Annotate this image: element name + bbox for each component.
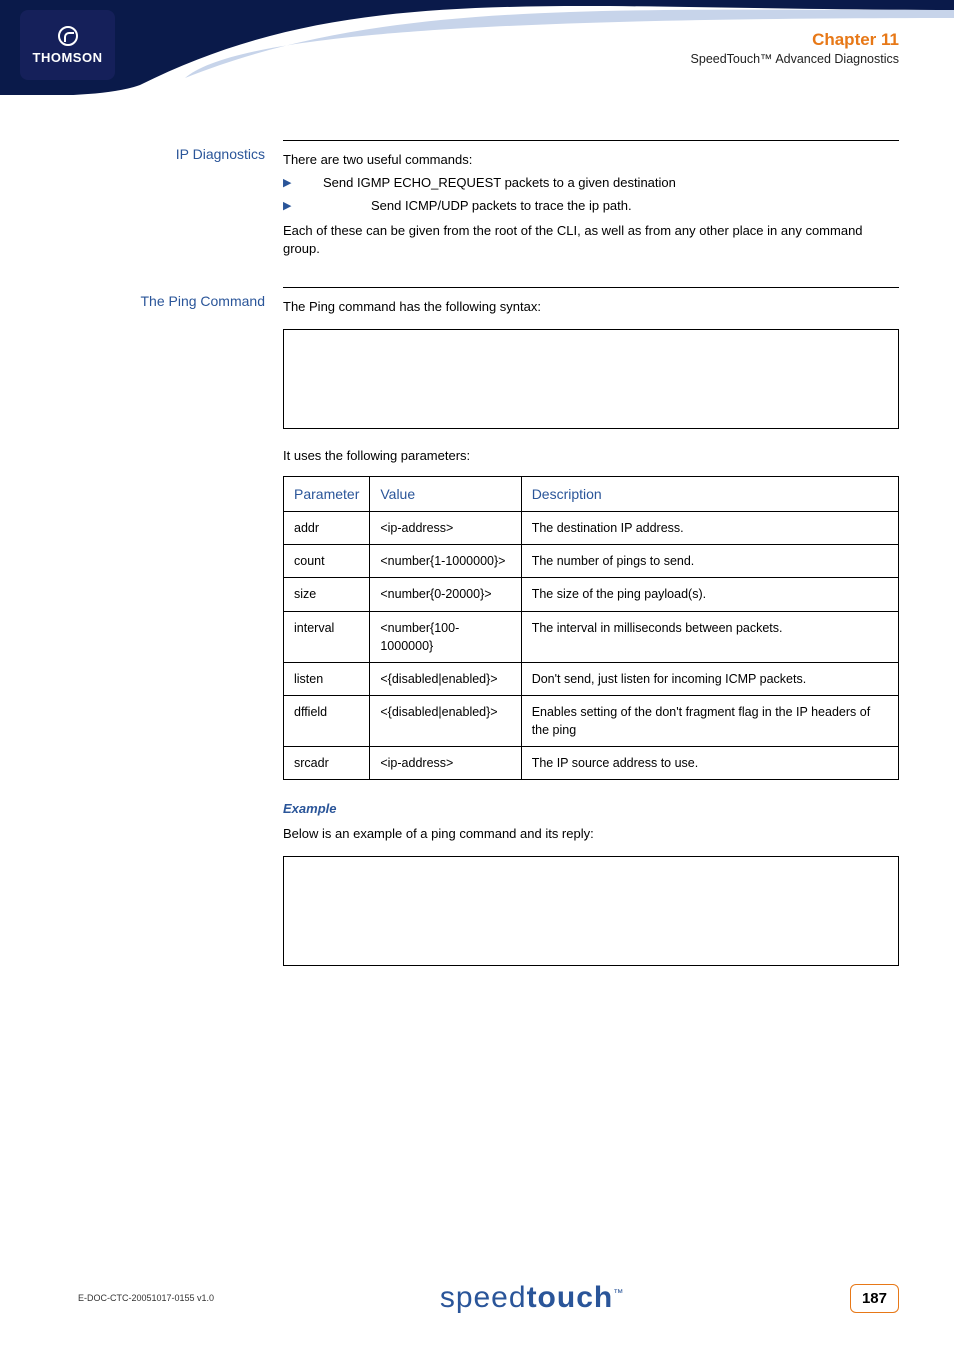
outro-text: Each of these can be given from the root… (283, 222, 899, 260)
thomson-logo: THOMSON (20, 10, 115, 80)
table-cell: The destination IP address. (521, 512, 898, 545)
speedtouch-brand: speedtouch™ (440, 1281, 624, 1315)
table-cell: dffield (284, 695, 370, 746)
brand-thin: speed (440, 1281, 527, 1314)
page-footer: E-DOC-CTC-20051017-0155 v1.0 speedtouch™… (78, 1281, 899, 1315)
document-id: E-DOC-CTC-20051017-0155 v1.0 (78, 1293, 214, 1303)
bullet-arrow-icon: ▶ (283, 197, 301, 215)
page-header: THOMSON Chapter 11 SpeedTouch™ Advanced … (0, 0, 954, 95)
section-body: There are two useful commands: ▶ Send IG… (283, 140, 899, 259)
table-cell: <number{0-20000}> (370, 578, 521, 611)
section-label: IP Diagnostics (78, 140, 283, 259)
table-row: size<number{0-20000}>The size of the pin… (284, 578, 899, 611)
table-cell: <{disabled|enabled}> (370, 695, 521, 746)
table-cell: The number of pings to send. (521, 545, 898, 578)
logo-text: THOMSON (33, 50, 103, 65)
intro-text: There are two useful commands: (283, 151, 899, 170)
example-heading: Example (283, 800, 899, 819)
section-ip-diagnostics: IP Diagnostics There are two useful comm… (78, 140, 899, 259)
bullet-text: Send ICMP/UDP packets to trace the ip pa… (301, 197, 899, 216)
params-intro: It uses the following parameters: (283, 447, 899, 466)
table-row: srcadr<ip-address>The IP source address … (284, 747, 899, 780)
chapter-number: Chapter 11 (691, 30, 899, 50)
page-number: 187 (850, 1284, 899, 1313)
table-cell: <number{100-1000000} (370, 611, 521, 662)
syntax-code-box (283, 329, 899, 429)
table-cell: <{disabled|enabled}> (370, 662, 521, 695)
table-cell: addr (284, 512, 370, 545)
table-cell: The interval in milliseconds between pac… (521, 611, 898, 662)
page-content: IP Diagnostics There are two useful comm… (78, 140, 899, 1012)
section-ping-command: The Ping Command The Ping command has th… (78, 287, 899, 984)
table-cell: listen (284, 662, 370, 695)
table-cell: interval (284, 611, 370, 662)
trademark-icon: ™ (613, 1288, 624, 1299)
table-cell: count (284, 545, 370, 578)
table-row: listen<{disabled|enabled}>Don't send, ju… (284, 662, 899, 695)
table-cell: size (284, 578, 370, 611)
example-intro: Below is an example of a ping command an… (283, 825, 899, 844)
bullet-item: ▶ Send ICMP/UDP packets to trace the ip … (283, 197, 899, 216)
table-cell: <number{1-1000000}> (370, 545, 521, 578)
table-cell: <ip-address> (370, 747, 521, 780)
section-body: The Ping command has the following synta… (283, 287, 899, 984)
parameters-table: Parameter Value Description addr<ip-addr… (283, 476, 899, 780)
table-header-row: Parameter Value Description (284, 476, 899, 511)
chapter-heading: Chapter 11 SpeedTouch™ Advanced Diagnost… (691, 30, 899, 66)
table-cell: srcadr (284, 747, 370, 780)
bullet-text: Send IGMP ECHO_REQUEST packets to a give… (301, 174, 899, 193)
table-row: interval<number{100-1000000}The interval… (284, 611, 899, 662)
table-cell: <ip-address> (370, 512, 521, 545)
section-label: The Ping Command (78, 287, 283, 984)
ping-intro: The Ping command has the following synta… (283, 298, 899, 317)
col-parameter: Parameter (284, 476, 370, 511)
table-cell: Don't send, just listen for incoming ICM… (521, 662, 898, 695)
bullet-arrow-icon: ▶ (283, 174, 301, 192)
table-cell: The size of the ping payload(s). (521, 578, 898, 611)
col-value: Value (370, 476, 521, 511)
table-row: addr<ip-address>The destination IP addre… (284, 512, 899, 545)
table-cell: Enables setting of the don't fragment fl… (521, 695, 898, 746)
bullet-item: ▶ Send IGMP ECHO_REQUEST packets to a gi… (283, 174, 899, 193)
example-code-box (283, 856, 899, 966)
logo-globe-icon (58, 26, 78, 46)
brand-bold: touch (527, 1281, 614, 1314)
table-row: count<number{1-1000000}>The number of pi… (284, 545, 899, 578)
table-cell: The IP source address to use. (521, 747, 898, 780)
table-row: dffield<{disabled|enabled}>Enables setti… (284, 695, 899, 746)
chapter-subtitle: SpeedTouch™ Advanced Diagnostics (691, 52, 899, 66)
col-description: Description (521, 476, 898, 511)
